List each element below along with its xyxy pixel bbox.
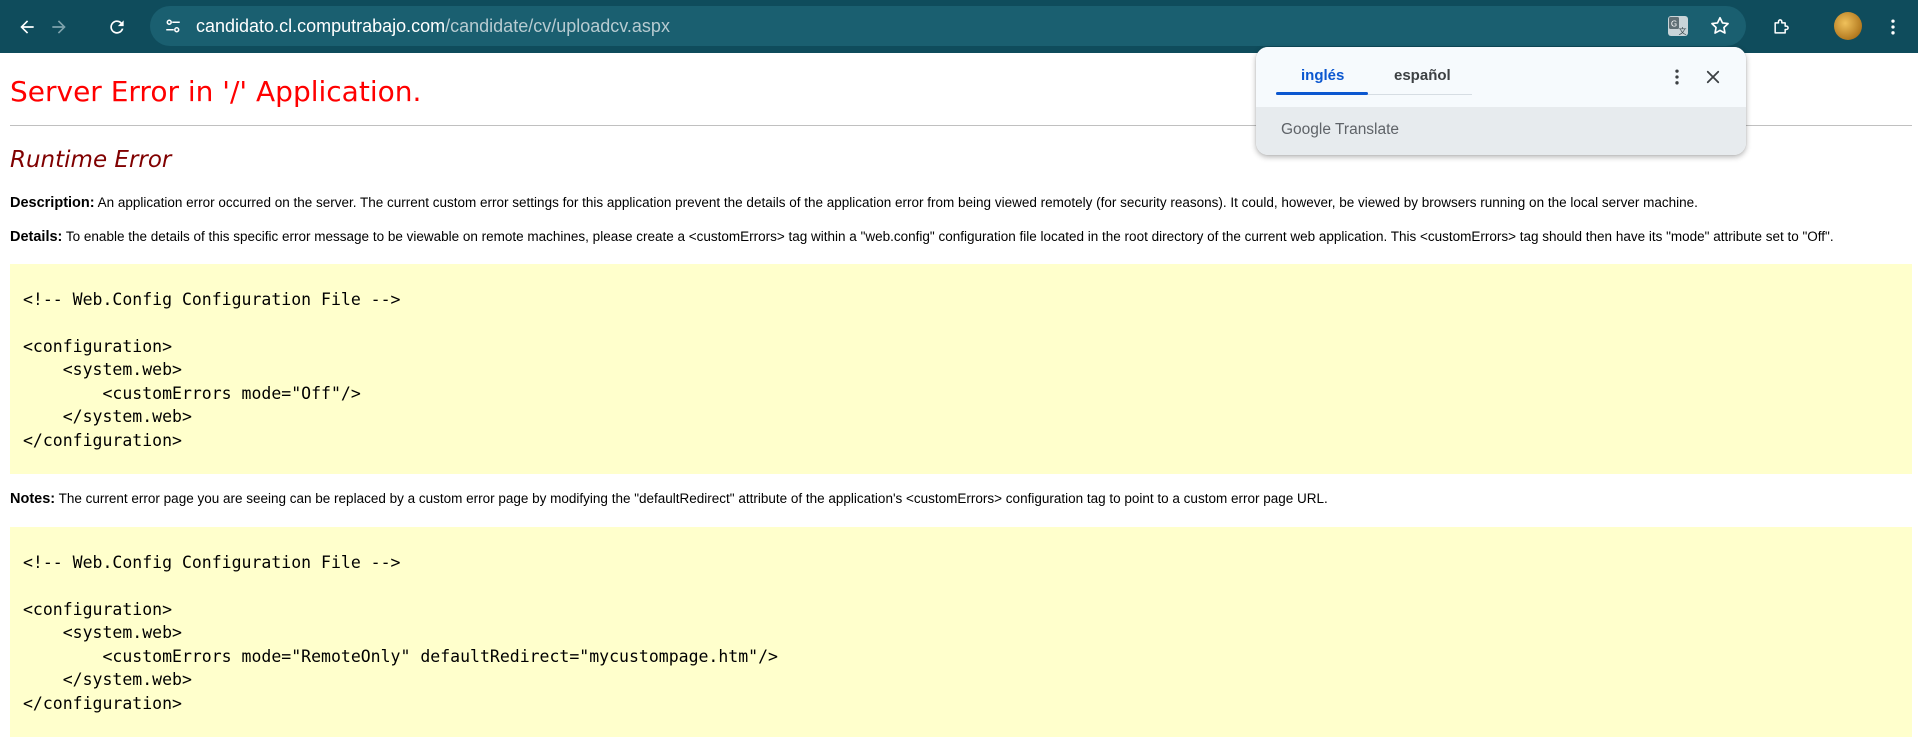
kebab-menu-icon: [1675, 69, 1679, 85]
translate-icon: G 文: [1668, 16, 1688, 36]
translate-popup: inglés español Google Translate: [1256, 47, 1746, 155]
page-title: Server Error in '/' Application.: [10, 75, 422, 108]
description-text: An application error occurred on the ser…: [97, 195, 1698, 210]
close-icon: [1706, 70, 1720, 84]
arrow-right-icon: [52, 20, 66, 34]
svg-text:G: G: [1671, 20, 1677, 29]
browser-toolbar: candidato.cl.computrabajo.com/candidate/…: [0, 0, 1918, 53]
url-text[interactable]: candidato.cl.computrabajo.com/candidate/…: [196, 16, 670, 37]
details-label: Details:: [10, 229, 63, 245]
notes-text: The current error page you are seeing ca…: [58, 491, 1328, 506]
translate-footer: Google Translate: [1256, 107, 1746, 155]
active-tab-indicator: [1276, 92, 1368, 95]
svg-text:文: 文: [1679, 26, 1687, 36]
code-text: <!-- Web.Config Configuration File --> <…: [23, 552, 778, 713]
notes-label: Notes:: [10, 491, 56, 507]
translate-header: inglés español: [1256, 47, 1746, 107]
code-text: <!-- Web.Config Configuration File --> <…: [23, 289, 401, 450]
description-paragraph: Description: An application error occurr…: [10, 195, 1698, 211]
code-block-remote-only: <!-- Web.Config Configuration File --> <…: [10, 527, 1912, 737]
bookmark-button[interactable]: [1707, 13, 1733, 39]
url-host: candidato.cl.computrabajo.com: [196, 16, 446, 36]
error-subtitle: Runtime Error: [10, 147, 172, 173]
tab-target-language[interactable]: español: [1394, 67, 1451, 84]
back-button[interactable]: [10, 10, 44, 44]
notes-paragraph: Notes: The current error page you are se…: [10, 491, 1328, 507]
google-translate-logo: Google Translate: [1281, 121, 1399, 139]
address-bar[interactable]: candidato.cl.computrabajo.com/candidate/…: [150, 6, 1746, 46]
site-info-button[interactable]: [160, 13, 186, 39]
code-block-custom-errors-off: <!-- Web.Config Configuration File --> <…: [10, 264, 1912, 474]
forward-button[interactable]: [42, 10, 76, 44]
tune-icon: [166, 19, 180, 33]
tab-source-language[interactable]: inglés: [1301, 67, 1344, 84]
reload-button[interactable]: [100, 10, 134, 44]
profile-avatar[interactable]: [1834, 12, 1862, 40]
translate-wordmark: Translate: [1335, 121, 1400, 138]
extensions-button[interactable]: [1764, 10, 1798, 44]
arrow-left-icon: [20, 20, 34, 34]
browser-menu-button[interactable]: [1876, 10, 1910, 44]
details-paragraph: Details: To enable the details of this s…: [10, 229, 1834, 245]
translate-button[interactable]: G 文: [1665, 13, 1691, 39]
url-path: /candidate/cv/uploadcv.aspx: [445, 16, 670, 36]
translate-close-button[interactable]: [1699, 63, 1727, 91]
description-label: Description:: [10, 195, 95, 211]
details-text: To enable the details of this specific e…: [65, 229, 1834, 244]
puzzle-icon: [1774, 19, 1789, 34]
translate-options-button[interactable]: [1663, 63, 1691, 91]
star-icon: [1711, 16, 1729, 34]
reload-icon: [110, 20, 124, 34]
google-wordmark: Google: [1281, 121, 1331, 138]
kebab-menu-icon: [1891, 19, 1895, 35]
